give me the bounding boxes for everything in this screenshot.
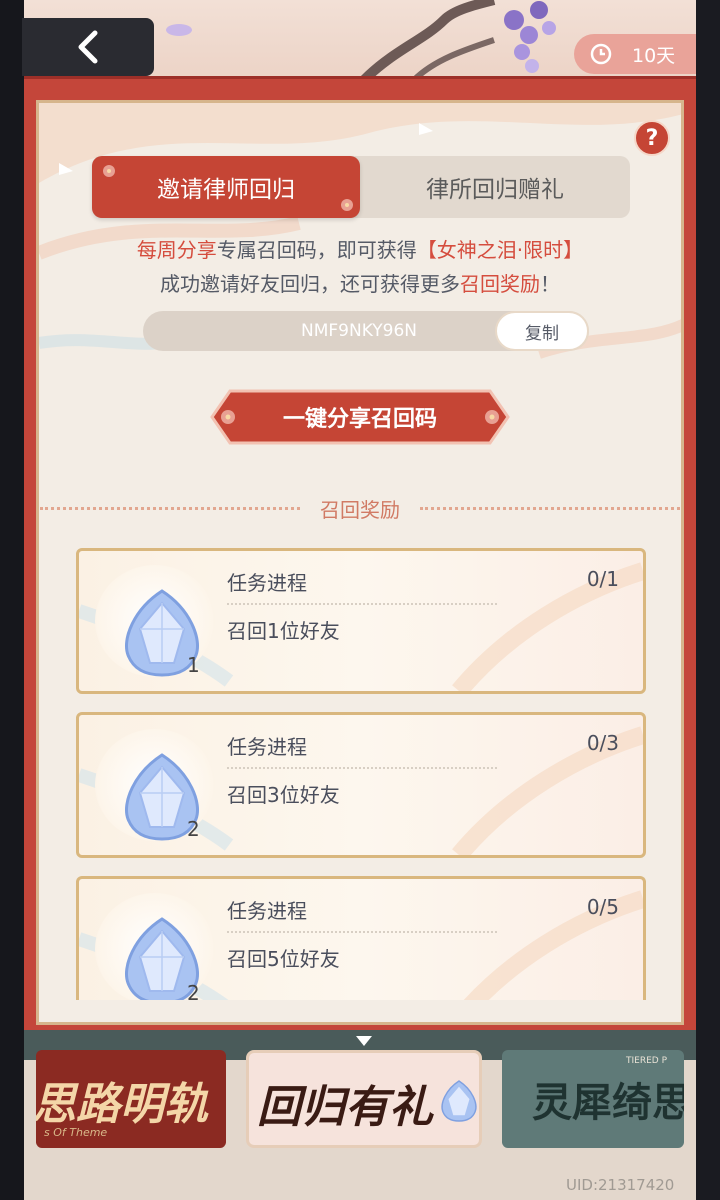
task-description: 召回3位好友 <box>227 783 340 807</box>
help-button[interactable]: ? <box>634 120 670 156</box>
rewards-section-title: 召回奖励 <box>40 494 680 522</box>
caret-down-icon <box>356 1036 372 1046</box>
banner-title: 灵犀绮思 <box>532 1079 684 1126</box>
divider <box>420 507 680 510</box>
share-code-button[interactable]: 一键分享召回码 <box>210 387 510 447</box>
right-margin <box>696 0 720 1200</box>
intro-text: 专属召回码，即可获得 <box>216 238 417 262</box>
banner-subtitle: TIERED P <box>626 1056 667 1066</box>
event-timer: 10天 <box>574 34 696 74</box>
clock-icon <box>590 43 612 65</box>
recall-code: NMF9NKY96N <box>301 321 417 341</box>
reward-quantity: 2 <box>187 817 200 841</box>
tab-firm-return-gift[interactable]: 律所回归赠礼 <box>360 156 630 218</box>
progress-value: 0/3 <box>586 731 619 755</box>
reward-quantity: 1 <box>187 653 200 677</box>
flower-icon <box>341 199 353 211</box>
banner-subtitle: s Of Theme <box>44 1126 108 1139</box>
copy-button-label: 复制 <box>525 323 559 344</box>
reward-quantity: 2 <box>187 981 200 1000</box>
reward-card: 2 任务进程 0/3 召回3位好友 <box>76 712 646 858</box>
left-margin <box>0 0 24 1200</box>
tab-firm-return-gift-label: 律所回归赠礼 <box>426 177 564 203</box>
share-button-label: 一键分享召回码 <box>282 407 437 432</box>
banner-event-1[interactable]: 思路明轨 s Of Theme <box>36 1050 226 1148</box>
intro-text: ！ <box>540 272 560 296</box>
reward-card: 2 任务进程 0/5 召回5位好友 <box>76 876 646 1000</box>
progress-value: 0/5 <box>586 895 619 919</box>
progress-label: 任务进程 <box>227 571 307 595</box>
divider <box>40 507 300 510</box>
help-icon: ? <box>645 125 659 151</box>
intro-highlight-recall: 召回奖励 <box>460 272 540 296</box>
branch-artwork <box>360 0 556 80</box>
flower-icon <box>103 165 115 177</box>
intro-highlight-reward: 【女神之泪·限时】 <box>416 238 584 262</box>
intro-line-1: 每周分享专属召回码，即可获得【女神之泪·限时】 <box>60 234 660 263</box>
banner-event-3[interactable]: 灵犀绮思 TIERED P <box>502 1050 684 1148</box>
banner-title: 思路明轨 <box>36 1079 208 1130</box>
back-button[interactable] <box>22 18 154 76</box>
task-description: 召回5位好友 <box>227 947 340 971</box>
banner-return-gift[interactable]: 回归有礼 <box>246 1050 482 1148</box>
task-description: 召回1位好友 <box>227 619 340 643</box>
progress-label: 任务进程 <box>227 735 307 759</box>
divider <box>227 931 497 933</box>
tab-invite-lawyer-label: 邀请律师回归 <box>157 177 295 203</box>
divider <box>227 603 497 605</box>
intro-line-2: 成功邀请好友回归，还可获得更多召回奖励！ <box>60 268 660 297</box>
intro-text: 成功邀请好友回归，还可获得更多 <box>160 272 460 296</box>
divider <box>227 767 497 769</box>
user-id: UID:21317420 <box>566 1176 675 1194</box>
recall-code-bar: NMF9NKY96N 复制 <box>143 311 589 351</box>
petal-decoration <box>166 24 192 36</box>
intro-highlight-weekly: 每周分享 <box>136 238 217 262</box>
progress-value: 0/1 <box>586 567 619 591</box>
progress-label: 任务进程 <box>227 899 307 923</box>
timer-text: 10天 <box>632 44 676 67</box>
copy-button[interactable]: 复制 <box>495 311 589 351</box>
reward-card: 1 任务进程 0/1 召回1位好友 <box>76 548 646 694</box>
tear-gem-icon <box>441 1080 477 1122</box>
rewards-title: 召回奖励 <box>320 498 400 522</box>
banner-title: 回归有礼 <box>257 1082 433 1133</box>
tab-bar: 邀请律师回归 律所回归赠礼 <box>92 156 630 218</box>
chevron-left-icon <box>78 30 98 64</box>
tab-invite-lawyer[interactable]: 邀请律师回归 <box>92 156 360 218</box>
